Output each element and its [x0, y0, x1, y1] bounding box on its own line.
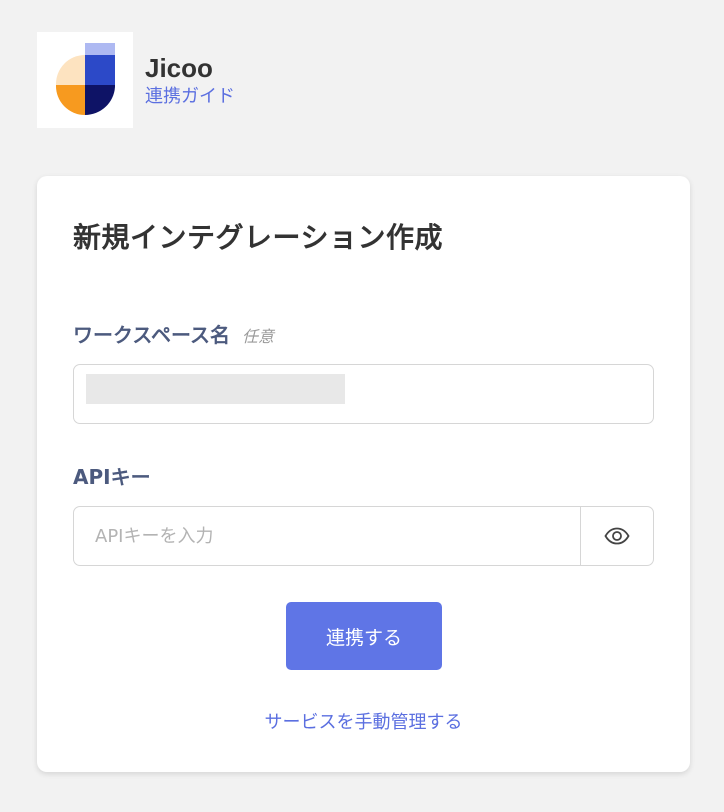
workspace-name-label: ワークスペース名 任意	[73, 319, 274, 348]
workspace-name-input[interactable]	[73, 364, 654, 424]
integration-form-card: 新規インテグレーション作成 ワークスペース名 任意 APIキー 連携する サービ…	[37, 176, 690, 772]
api-key-label-text: APIキー	[73, 465, 151, 489]
eye-icon	[604, 527, 630, 545]
page-title: 新規インテグレーション作成	[73, 221, 443, 254]
toggle-visibility-button[interactable]	[580, 507, 653, 565]
app-name: Jicoo	[145, 53, 213, 83]
optional-tag: 任意	[242, 327, 275, 346]
app-header: Jicoo 連携ガイド	[37, 32, 235, 128]
connect-button[interactable]: 連携する	[286, 602, 442, 670]
manual-manage-link[interactable]: サービスを手動管理する	[37, 708, 690, 734]
api-key-label: APIキー	[73, 461, 151, 490]
integration-guide-link[interactable]: 連携ガイド	[145, 86, 235, 108]
api-key-input[interactable]	[74, 507, 580, 565]
api-key-field	[73, 506, 654, 566]
jicoo-logo-icon	[37, 32, 133, 128]
redacted-value	[86, 374, 345, 404]
workspace-name-label-text: ワークスペース名	[73, 323, 230, 347]
